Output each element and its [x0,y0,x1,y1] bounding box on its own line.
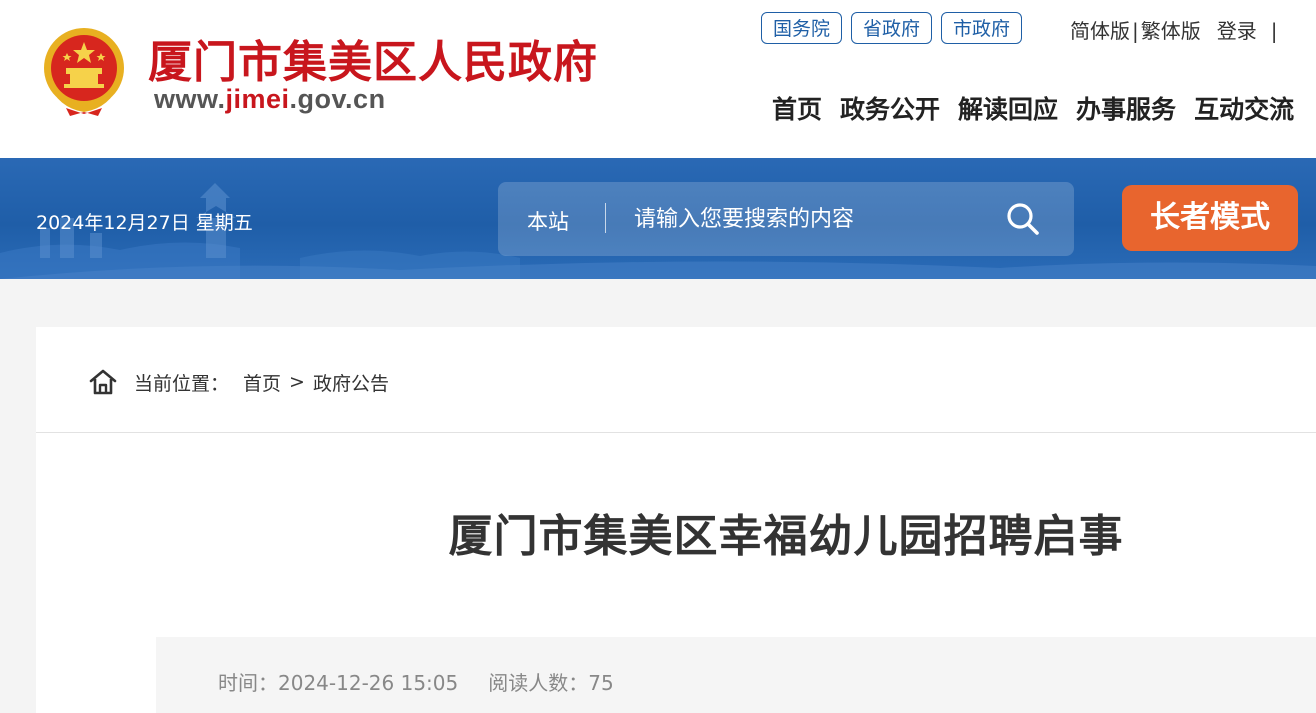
nav-item-interpretation[interactable]: 解读回应 [958,90,1058,126]
simplified-chinese-link[interactable]: 简体版 [1070,19,1130,43]
current-date: 2024年12月27日 星期五 [36,212,253,234]
search-scope-selector[interactable]: 本站 [527,206,569,236]
breadcrumb-separator: > [289,371,305,393]
nav-item-home[interactable]: 首页 [772,90,822,126]
breadcrumb: 当前位置： 首页 > 政府公告 [88,365,389,399]
search-banner: 2024年12月27日 星期五 本站 长者模式 [0,158,1316,279]
site-url[interactable]: www.jimei.gov.cn [154,84,386,115]
site-url-suffix: .gov.cn [289,84,386,114]
breadcrumb-home-link[interactable]: 首页 [243,369,281,396]
province-gov-link[interactable]: 省政府 [851,12,933,44]
article-meta-bar: 时间：2024-12-26 15:05 阅读人数：75 [156,637,1316,713]
home-icon [89,369,117,395]
article-meta: 时间：2024-12-26 15:05 阅读人数：75 [218,667,614,696]
site-url-prefix: www. [154,84,226,114]
trailing-separator: | [1270,19,1278,43]
article-title: 厦门市集美区幸福幼儿园招聘启事 [448,511,1124,562]
breadcrumb-announcements-link[interactable]: 政府公告 [313,369,389,396]
site-name[interactable]: 厦门市集美区人民政府 [148,26,598,90]
lang-separator: | [1132,19,1139,43]
main-nav: 首页 政务公开 解读回应 办事服务 互动交流 [772,90,1294,126]
site-url-highlight: jimei [225,84,290,114]
traditional-chinese-link[interactable]: 繁体版 [1141,19,1201,43]
search-icon[interactable] [1004,200,1042,238]
search-divider [605,203,606,233]
read-count: 75 [588,671,614,695]
top-utility-links: 简体版 | 繁体版 登录 | [1070,15,1280,44]
elder-mode-button[interactable]: 长者模式 [1122,185,1298,251]
nav-item-interaction[interactable]: 互动交流 [1194,90,1294,126]
breadcrumb-label: 当前位置： [134,372,230,395]
login-link[interactable]: 登录 [1217,19,1257,43]
article-panel: 当前位置： 首页 > 政府公告 厦门市集美区幸福幼儿园招聘启事 时间：2024-… [36,327,1316,713]
nav-item-gov-affairs[interactable]: 政务公开 [840,90,940,126]
publish-time-label: 时间： [218,671,278,695]
breadcrumb-divider [36,432,1316,433]
state-council-link[interactable]: 国务院 [761,12,843,44]
site-header: 厦门市集美区人民政府 www.jimei.gov.cn 国务院 省政府 市政府 … [0,0,1316,158]
gov-links: 国务院 省政府 市政府 [761,12,1023,44]
search-input[interactable] [622,198,982,240]
search-box: 本站 [498,182,1074,256]
national-emblem-icon[interactable] [38,24,130,118]
publish-time: 2024-12-26 15:05 [278,671,459,695]
nav-item-services[interactable]: 办事服务 [1076,90,1176,126]
read-count-label: 阅读人数： [488,671,589,695]
city-gov-link[interactable]: 市政府 [941,12,1023,44]
